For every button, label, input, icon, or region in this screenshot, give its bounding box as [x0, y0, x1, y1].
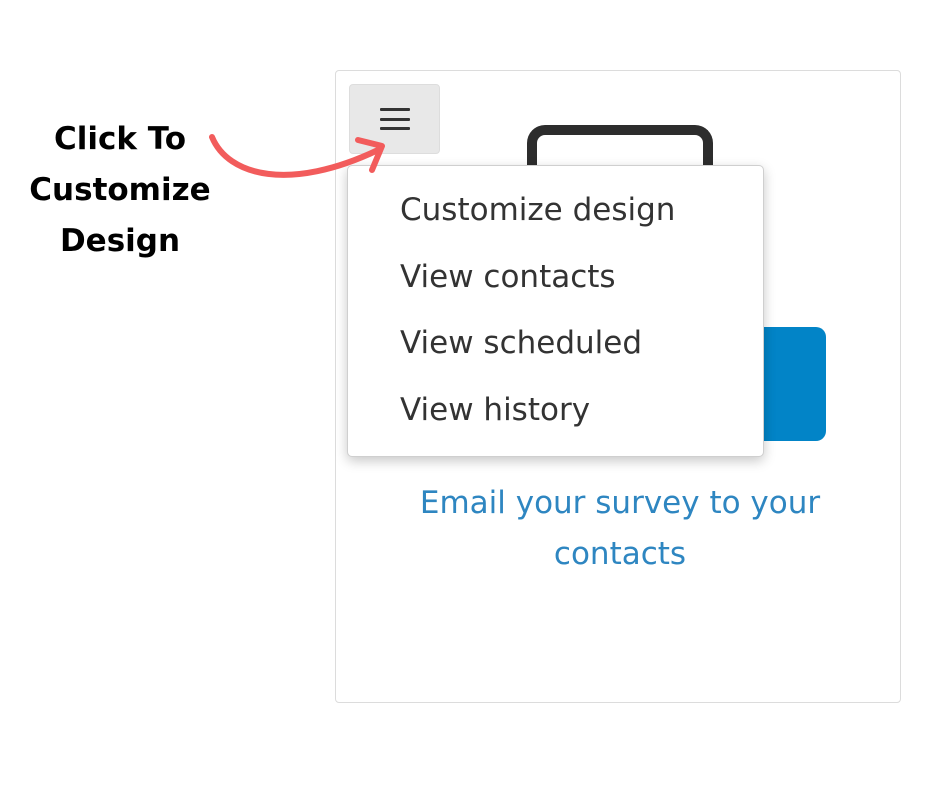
caption-line: contacts [553, 536, 687, 572]
callout-line: Customize [29, 172, 211, 208]
menu-item-view-scheduled[interactable]: View scheduled [348, 319, 763, 386]
screenshot-stage: Click To Customize Design Email your sur… [0, 0, 940, 788]
callout-line: Click To [53, 121, 187, 157]
caption-line: Email your survey to your [419, 485, 821, 521]
menu-toggle-button[interactable] [349, 84, 440, 154]
hamburger-icon [379, 108, 410, 130]
callout-text: Click To Customize Design [14, 114, 226, 267]
menu-item-view-contacts[interactable]: View contacts [348, 253, 763, 320]
callout-line: Design [59, 223, 181, 259]
menu-item-customize-design[interactable]: Customize design [348, 186, 763, 253]
email-survey-link[interactable]: Email your survey to your contacts [380, 478, 860, 580]
options-dropdown: Customize design View contacts View sche… [347, 165, 764, 457]
menu-item-view-history[interactable]: View history [348, 386, 763, 453]
